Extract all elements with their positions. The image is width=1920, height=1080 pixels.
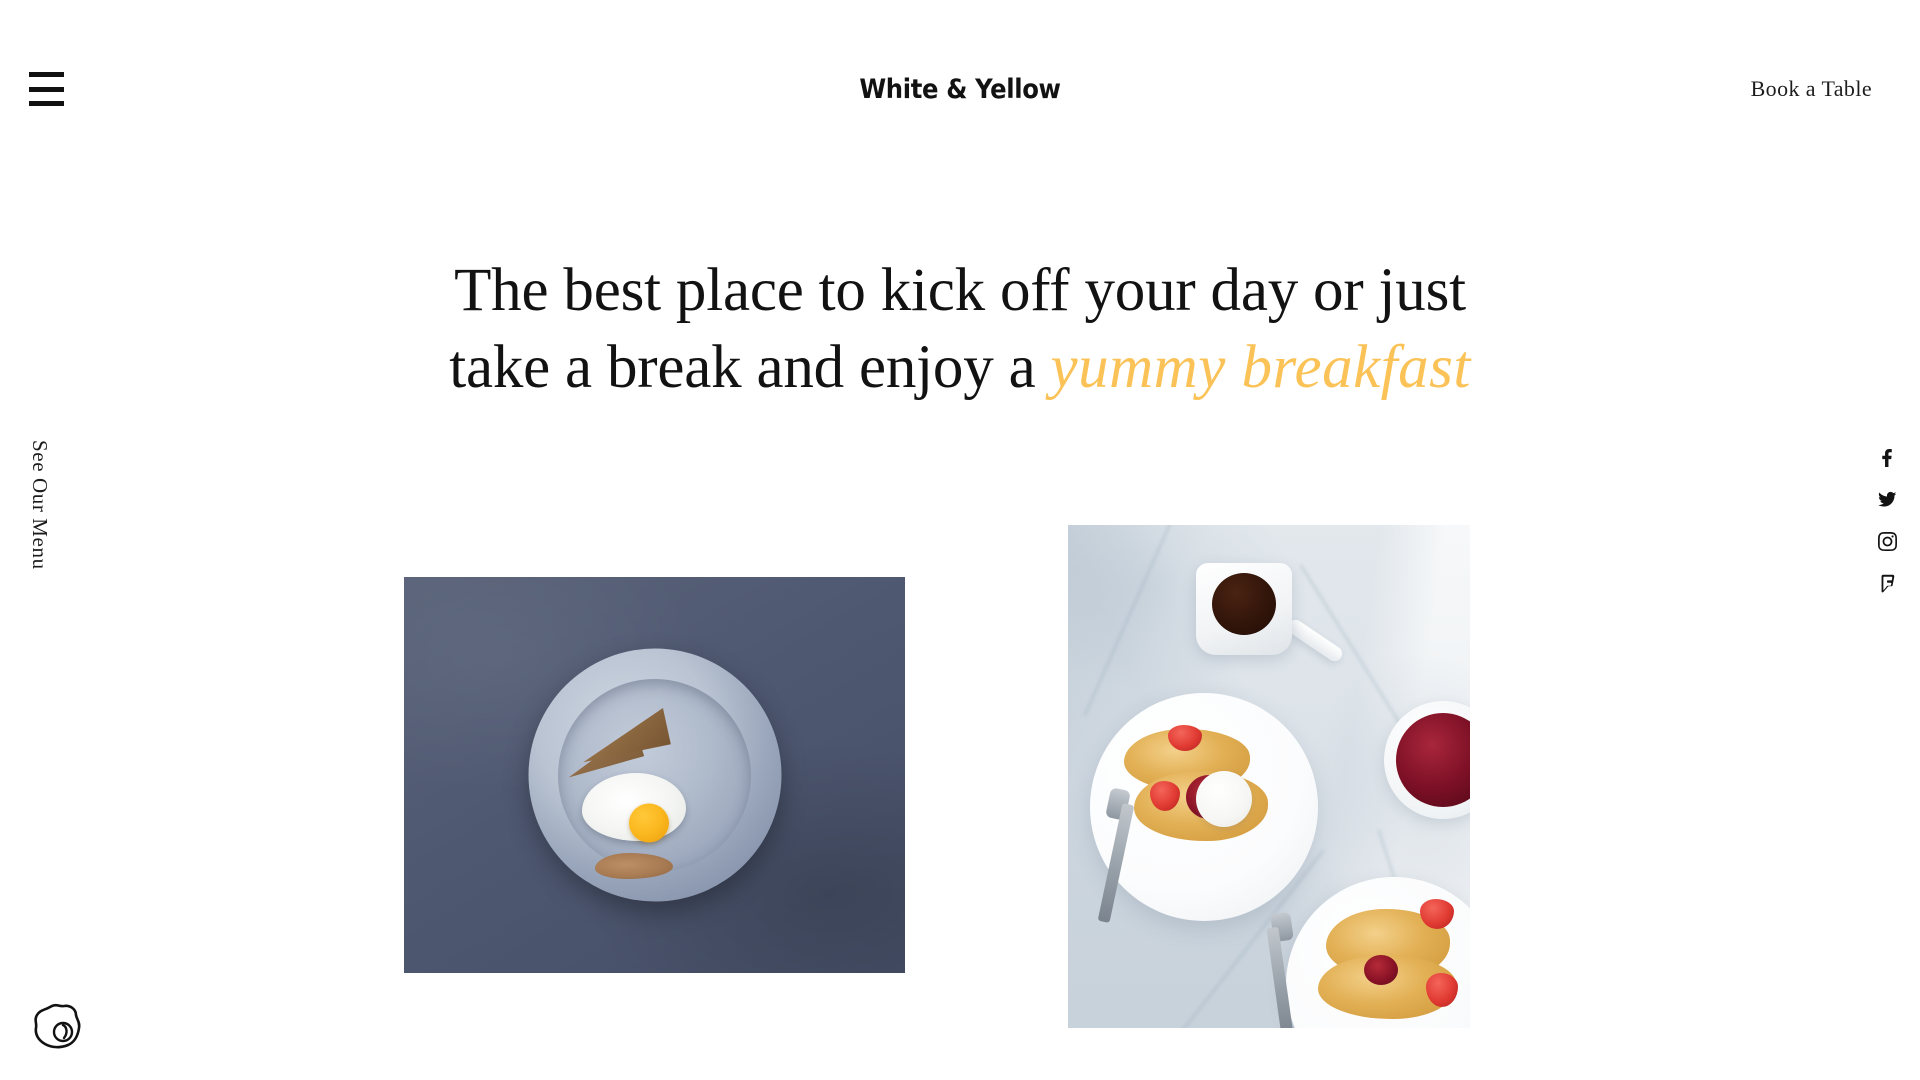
cream-dollop	[1196, 771, 1252, 827]
hamburger-menu-icon[interactable]	[29, 72, 64, 106]
brand-logo-text[interactable]: White & Yellow	[96, 74, 1824, 105]
landing-page: White & Yellow Book a Table The best pla…	[0, 0, 1920, 1080]
instagram-icon[interactable]	[1876, 530, 1898, 552]
food-photo-pancakes[interactable]	[1068, 525, 1470, 1028]
book-a-table-link[interactable]: Book a Table	[1751, 76, 1872, 102]
foursquare-icon[interactable]	[1876, 572, 1898, 594]
see-our-menu-link[interactable]: See Our Menu	[27, 440, 52, 570]
hero-headline: The best place to kick off your day or j…	[430, 252, 1490, 407]
hamburger-bar	[29, 72, 64, 77]
syrup-liquid	[1212, 573, 1276, 635]
headline-accent-text: yummy breakfast	[1050, 334, 1471, 402]
fried-egg-logo-icon[interactable]	[30, 1002, 86, 1054]
food-photo-egg-toast[interactable]	[404, 577, 905, 973]
social-rail	[1876, 446, 1898, 594]
site-header: White & Yellow Book a Table	[0, 0, 1920, 150]
twitter-icon[interactable]	[1876, 488, 1898, 510]
headline-line-1: The best place to kick off your day or j…	[454, 257, 1466, 324]
egg-yolk	[629, 803, 670, 843]
facebook-icon[interactable]	[1876, 446, 1898, 468]
headline-line-2-prefix: take a break and enjoy a	[449, 334, 1051, 402]
hamburger-bar	[29, 101, 64, 106]
hamburger-bar	[29, 86, 64, 92]
jam-dollop	[1364, 955, 1398, 985]
